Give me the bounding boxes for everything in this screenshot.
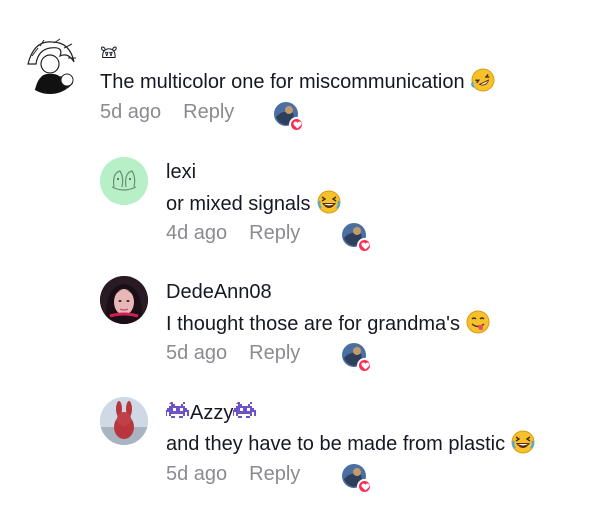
creator-liked-badge	[341, 342, 372, 373]
comment-text: The multicolor one for miscommunication	[100, 68, 495, 94]
heart-icon	[357, 479, 372, 494]
comment-text-content: I thought those are for grandma's	[166, 313, 460, 335]
creator-liked-badge	[341, 463, 372, 494]
comment-text: or mixed signals	[166, 190, 341, 216]
comment-item: 𖠌 The multicolor one for miscommunicatio…	[0, 0, 601, 132]
comment-timestamp: 5d ago	[100, 101, 162, 123]
heart-icon	[357, 358, 372, 373]
alien-monster-icon	[166, 402, 189, 418]
comment-text-content: or mixed signals	[166, 193, 311, 215]
comment-text: and they have to be made from plastic	[166, 430, 535, 456]
reply-button[interactable]: Reply	[249, 342, 300, 364]
comment-username[interactable]: 𖠌	[100, 40, 118, 64]
comment-username-row[interactable]: Azzy	[166, 400, 257, 425]
reply-button[interactable]: Reply	[249, 222, 300, 244]
comment-username[interactable]: DedeAnn08	[166, 280, 272, 304]
heart-icon	[289, 117, 304, 132]
comment-timestamp: 5d ago	[166, 342, 228, 364]
comment-text: I thought those are for grandma's	[166, 310, 490, 336]
creator-liked-badge	[341, 222, 372, 253]
grinning-squinting-emoji	[511, 430, 535, 454]
heart-icon	[357, 238, 372, 253]
comment-item: lexi or mixed signals 4d ago Reply	[0, 150, 601, 260]
face-savoring-food-emoji	[466, 310, 490, 334]
comment-text-content: The multicolor one for miscommunication	[100, 71, 465, 93]
comment-username: Azzy	[190, 402, 234, 424]
rolling-on-floor-laughing-emoji	[470, 68, 495, 92]
comment-item: DedeAnn08 I thought those are for grandm…	[0, 270, 601, 380]
avatar[interactable]	[100, 157, 148, 205]
avatar[interactable]	[100, 397, 148, 445]
comment-meta: 5d ago Reply	[166, 462, 300, 486]
comment-meta: 4d ago Reply	[166, 221, 300, 245]
alien-monster-icon	[233, 402, 257, 418]
avatar[interactable]	[20, 34, 80, 94]
comment-timestamp: 4d ago	[166, 222, 228, 244]
comment-username[interactable]: lexi	[166, 160, 196, 184]
comment-meta: 5d ago Reply	[166, 341, 300, 365]
comment-meta: 5d ago Reply	[100, 100, 234, 124]
comment-timestamp: 5d ago	[166, 463, 228, 485]
grinning-squinting-emoji	[317, 190, 341, 214]
creator-liked-badge	[273, 101, 304, 132]
reply-button[interactable]: Reply	[249, 463, 300, 485]
reply-button[interactable]: Reply	[183, 101, 234, 123]
comment-text-content: and they have to be made from plastic	[166, 433, 506, 455]
avatar[interactable]	[100, 276, 148, 324]
comment-item: Azzy and they have to be made from plast…	[0, 390, 601, 500]
